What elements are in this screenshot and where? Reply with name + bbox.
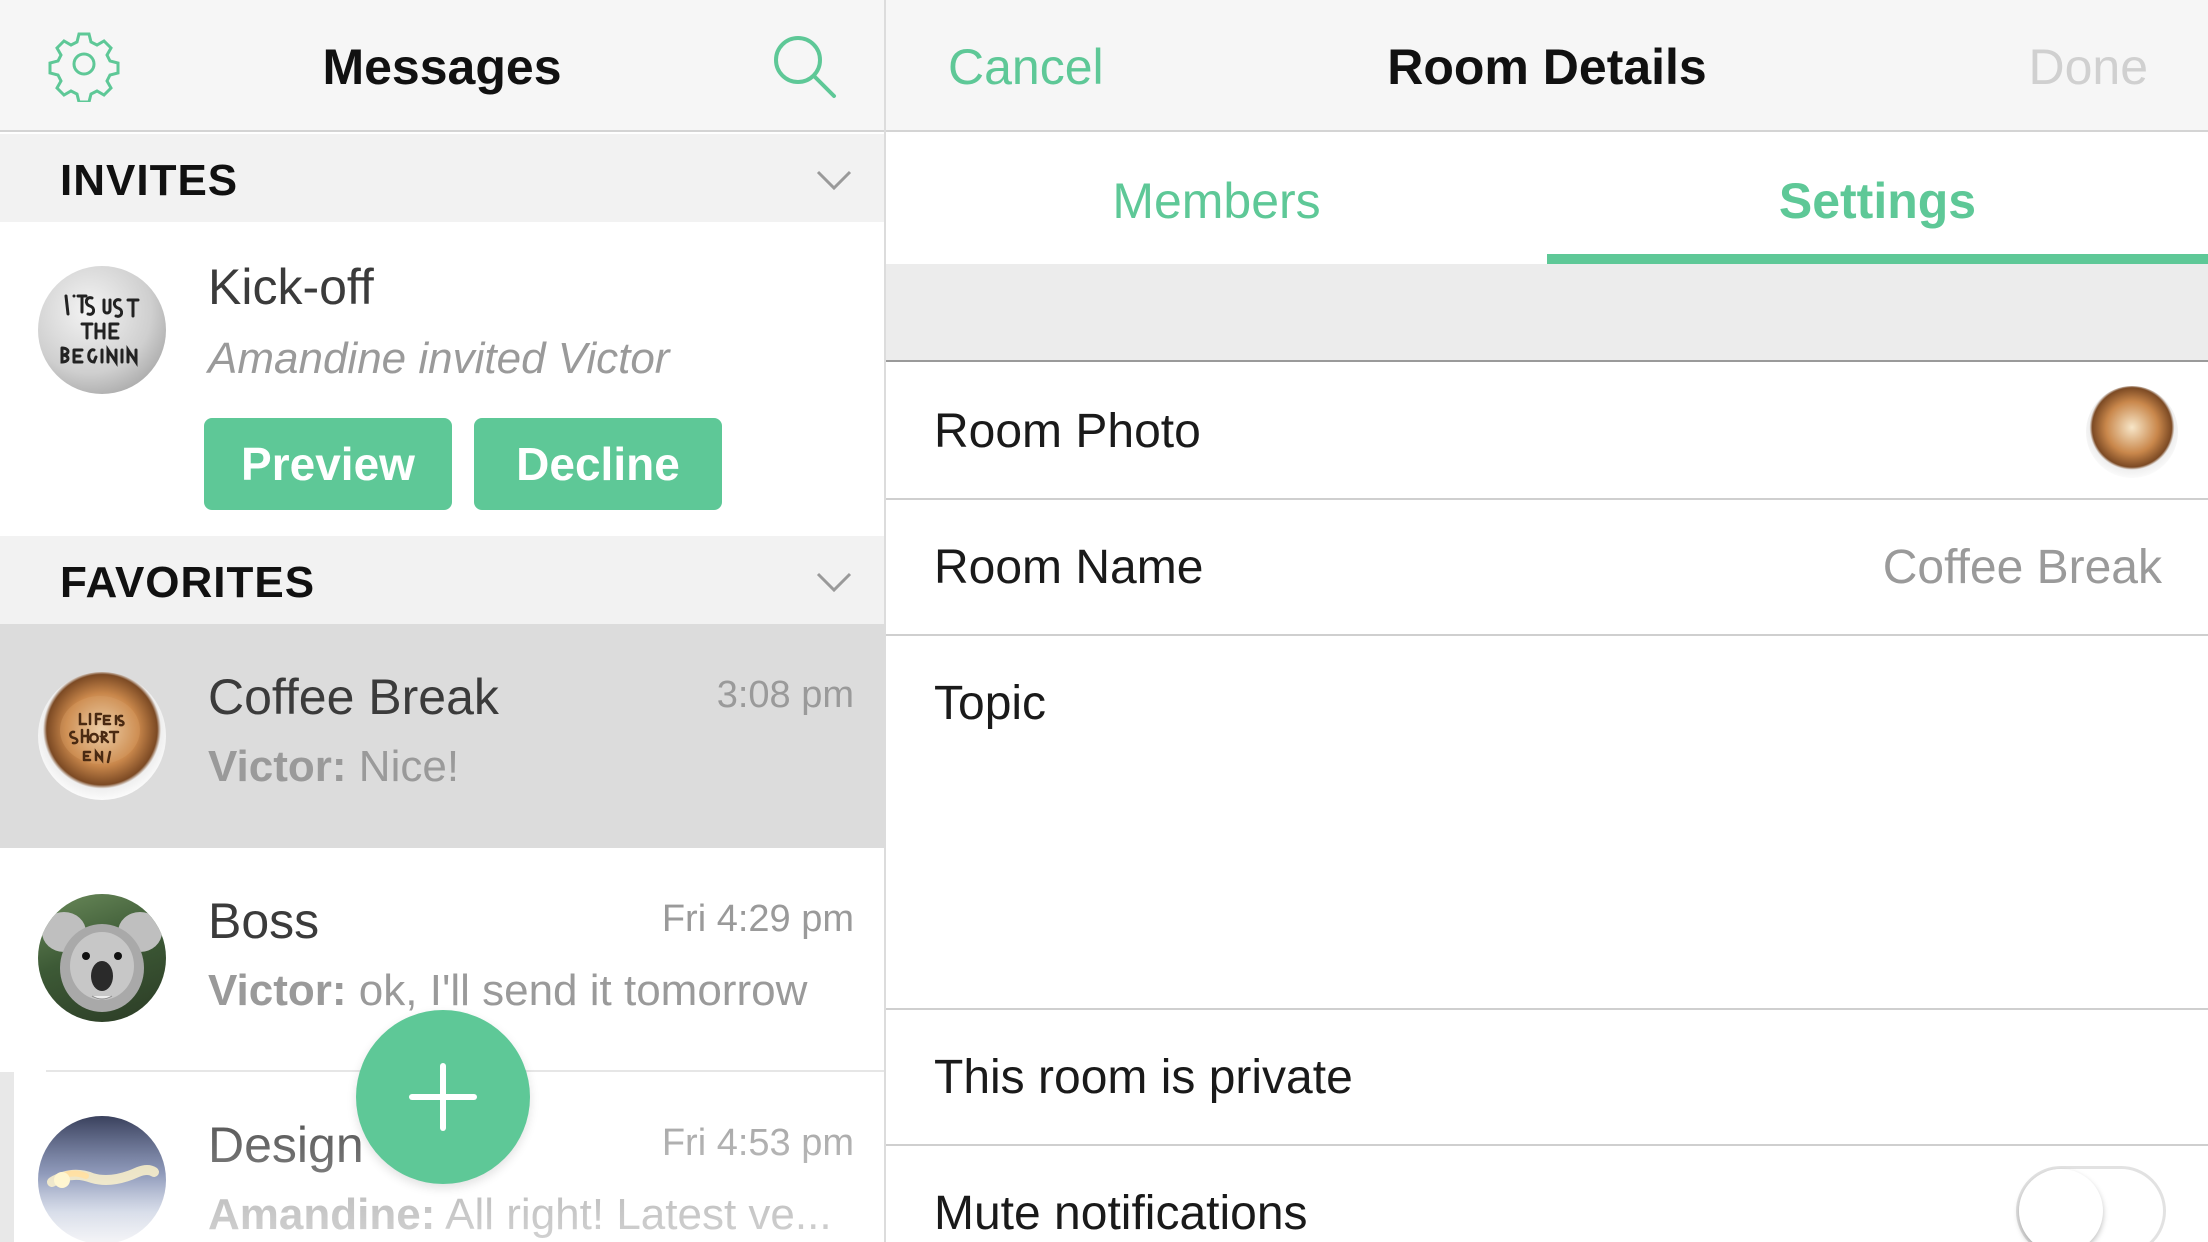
room-name: Design [208,1117,364,1173]
section-spacer [886,264,2208,362]
done-button[interactable]: Done [2028,38,2148,96]
messages-header: Messages [0,0,884,132]
avatar [38,266,166,394]
messages-panel: Messages INVITES Kick-off Amandine invit… [0,0,884,1242]
room-timestamp: Fri 4:29 pm [661,898,854,940]
room-last-message: Victor: Nice! [208,742,459,792]
invites-section-header[interactable]: INVITES [0,134,884,222]
room-last-message: Victor: ok, I'll send it tomorrow [208,966,807,1016]
tab-settings[interactable]: Settings [1547,172,2208,230]
room-photo-cell[interactable]: Room Photo [886,364,2208,500]
section-label: INVITES [60,156,239,205]
chevron-down-icon [816,170,852,191]
tab-bar: Members Settings [886,132,2208,264]
room-name-label: Room Name [934,541,1204,594]
avatar-image [60,294,140,367]
room-timestamp: 3:08 pm [716,674,854,716]
private-room-label: This room is private [934,1051,1353,1104]
toggle-knob [2019,1169,2103,1242]
room-details-header: Cancel Room Details Done [886,0,2208,132]
plus-icon [409,1063,477,1131]
mute-notifications-cell: Mute notifications [886,1146,2208,1242]
mute-notifications-toggle[interactable] [2016,1166,2166,1242]
avatar-image [42,912,162,1012]
message-text: ok, I'll send it tomorrow [358,966,808,1015]
invite-item[interactable]: Kick-off Amandine invited Victor Preview… [0,222,884,536]
room-name: Coffee Break [208,669,499,725]
page-title: Room Details [1387,39,1707,95]
message-sender: Victor: [208,966,347,1015]
decline-button[interactable]: Decline [474,418,722,510]
topic-cell[interactable]: Topic [886,636,2208,1010]
room-photo-thumbnail[interactable] [2086,386,2178,478]
private-room-cell[interactable]: This room is private [886,1010,2208,1146]
invite-subtitle: Amandine invited Victor [208,334,670,383]
room-name-cell[interactable]: Room Name Coffee Break [886,500,2208,636]
avatar [38,894,166,1022]
topic-label: Topic [934,677,1047,730]
avatar-image [47,1165,159,1188]
room-name: Boss [208,893,320,949]
left-edge-shadow [0,1072,14,1242]
chevron-down-icon [816,572,852,593]
avatar-image [60,696,140,764]
invite-room-name: Kick-off [208,259,374,315]
message-sender: Victor: [208,742,347,791]
mute-notifications-label: Mute notifications [934,1187,1308,1240]
section-label: FAVORITES [60,558,316,607]
room-list-item-coffee-break[interactable]: Coffee Break 3:08 pm Victor: Nice! [0,624,884,848]
tab-members[interactable]: Members [886,172,1547,230]
message-sender: Amandine: [208,1190,436,1239]
message-text: Nice! [358,742,460,791]
preview-button[interactable]: Preview [204,418,452,510]
room-last-message: Amandine: All right! Latest ve... [208,1190,832,1240]
avatar [38,672,166,800]
favorites-section-header[interactable]: FAVORITES [0,536,884,624]
room-details-panel: Cancel Room Details Done Members Setting… [886,0,2208,1242]
room-photo-label: Room Photo [934,405,1201,458]
page-title: Messages [322,39,562,95]
add-room-button[interactable] [356,1010,530,1184]
search-icon[interactable] [766,28,842,104]
avatar [38,1116,166,1242]
active-tab-indicator [1547,254,2208,264]
room-name-value[interactable]: Coffee Break [1883,540,2162,595]
room-timestamp: Fri 4:53 pm [661,1122,854,1164]
message-text: All right! Latest ve... [445,1190,832,1239]
